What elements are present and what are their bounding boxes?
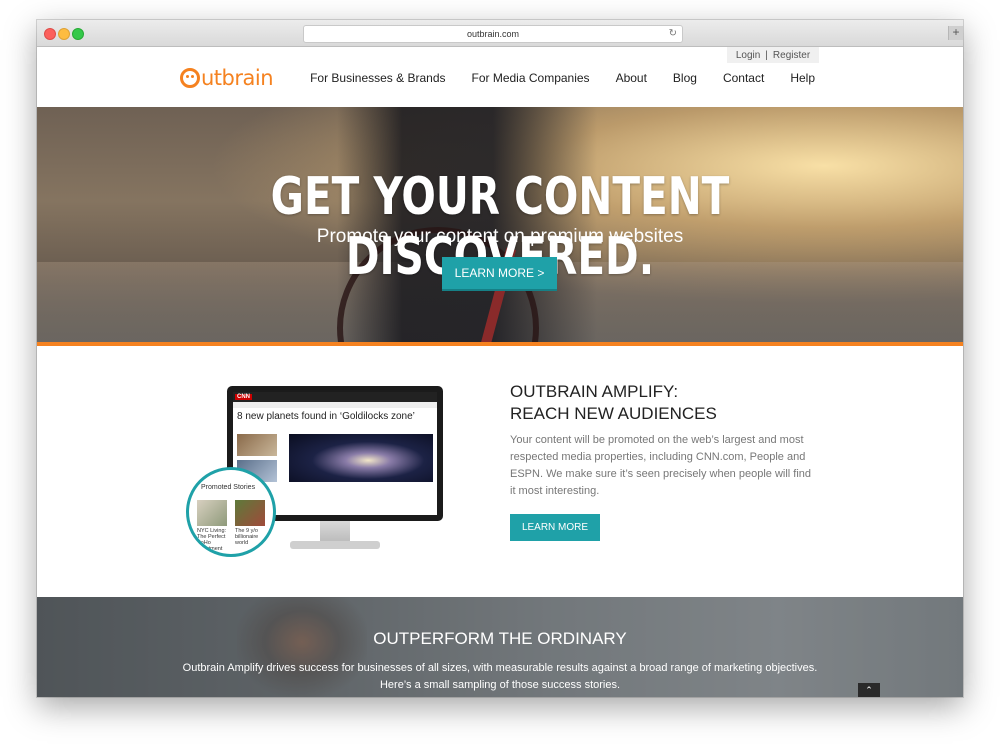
browser-window: outbrain.com ↻ + utbrain Login | Registe…: [37, 20, 963, 697]
register-link[interactable]: Register: [773, 50, 810, 61]
monitor-stand: [320, 521, 350, 541]
auth-separator: |: [765, 49, 768, 61]
address-bar[interactable]: outbrain.com ↻: [303, 25, 683, 43]
nav-item-blog[interactable]: Blog: [673, 71, 697, 85]
amplify-heading: OUTBRAIN AMPLIFY: REACH NEW AUDIENCES: [510, 381, 717, 425]
cnn-nav-bar: CNN: [233, 392, 437, 402]
url-text: outbrain.com: [466, 29, 520, 39]
amplify-section: CNN 8 new planets found in ‘Goldilocks z…: [37, 346, 963, 597]
browser-titlebar: outbrain.com ↻ +: [37, 20, 963, 47]
promoted-image-apartment: [197, 500, 227, 526]
nav-item-media-companies[interactable]: For Media Companies: [472, 71, 590, 85]
promoted-image-billionaire: [235, 500, 265, 526]
promoted-stories-title: Promoted Stories: [201, 484, 256, 491]
nav-item-help[interactable]: Help: [790, 71, 815, 85]
login-link[interactable]: Login: [736, 50, 760, 61]
galaxy-image: [289, 434, 433, 482]
screen-article-headline: 8 new planets found in ‘Goldilocks zone’: [237, 411, 415, 422]
nav-item-businesses[interactable]: For Businesses & Brands: [310, 71, 445, 85]
cnn-logo: CNN: [235, 394, 252, 400]
outbrain-logo[interactable]: utbrain: [180, 63, 274, 93]
new-tab-button[interactable]: +: [948, 26, 963, 40]
hero-banner: GET YOUR CONTENT DISCOVERED. Promote you…: [37, 107, 963, 342]
logo-face-icon: [180, 68, 200, 88]
promoted-stories-zoom: Promoted Stories NYC Living: The Perfect…: [186, 467, 276, 557]
auth-links: Login | Register: [727, 47, 819, 63]
amplify-learn-more-button[interactable]: LEARN MORE: [510, 514, 600, 541]
monitor-base: [290, 541, 380, 549]
zoom-window-button[interactable]: [72, 28, 84, 40]
outperform-line2: Here’s a small sampling of those success…: [379, 679, 621, 691]
main-nav: For Businesses & Brands For Media Compan…: [310, 71, 815, 85]
nav-item-about[interactable]: About: [616, 71, 647, 85]
site-header: utbrain Login | Register For Businesses …: [37, 47, 963, 107]
minimize-window-button[interactable]: [58, 28, 70, 40]
promoted-caption-right: The 9 y/o billionaire world: [235, 528, 259, 546]
hero-subtitle: Promote your content on premium websites: [316, 226, 684, 247]
scroll-to-top-button[interactable]: ⌃: [858, 683, 880, 697]
outperform-heading: OUTPERFORM THE ORDINARY: [373, 629, 627, 648]
promoted-caption-left: NYC Living: The Perfect SoHo Apartment: [197, 528, 227, 552]
screen-thumbnail: [237, 434, 277, 456]
reload-icon[interactable]: ↻: [669, 26, 677, 42]
outperform-line1: Outbrain Amplify drives success for busi…: [182, 662, 818, 674]
nav-item-contact[interactable]: Contact: [723, 71, 764, 85]
outperform-text: Outbrain Amplify drives success for busi…: [37, 660, 963, 694]
amplify-heading-line2: REACH NEW AUDIENCES: [510, 404, 717, 423]
amplify-heading-line1: OUTBRAIN AMPLIFY:: [510, 382, 679, 401]
hero-learn-more-button[interactable]: LEARN MORE >: [442, 257, 557, 289]
close-window-button[interactable]: [44, 28, 56, 40]
outperform-section: OUTPERFORM THE ORDINARY Outbrain Amplify…: [37, 597, 963, 697]
amplify-description: Your content will be promoted on the web…: [510, 434, 812, 497]
logo-text: utbrain: [201, 66, 274, 90]
